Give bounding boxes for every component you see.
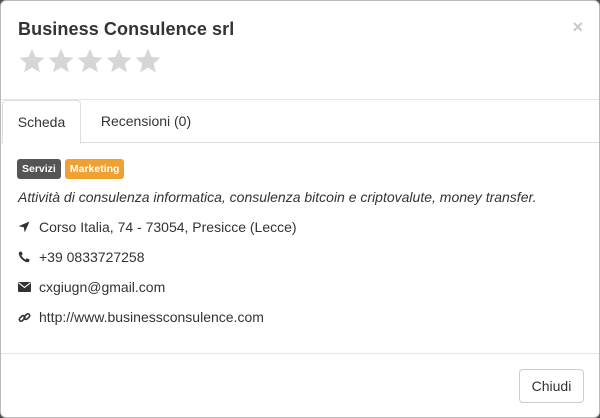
footer-divider	[1, 353, 599, 354]
star-icon[interactable]	[47, 46, 75, 76]
business-detail-modal: Business Consulence srl × Scheda Recensi…	[0, 0, 600, 418]
envelope-icon	[17, 280, 31, 294]
address-row: Corso Italia, 74 - 73054, Presicce (Lecc…	[17, 219, 297, 235]
star-icon[interactable]	[18, 46, 46, 76]
rating-stars[interactable]	[18, 46, 162, 76]
link-icon	[17, 310, 31, 324]
star-icon[interactable]	[105, 46, 133, 76]
email-text[interactable]: cxgiugn@gmail.com	[39, 279, 165, 295]
phone-text[interactable]: +39 0833727258	[39, 249, 145, 265]
modal-title: Business Consulence srl	[18, 19, 235, 39]
tag-marketing: Marketing	[64, 159, 125, 179]
location-arrow-icon	[17, 220, 31, 234]
tabs-divider	[1, 142, 599, 143]
phone-icon	[17, 250, 31, 264]
address-text: Corso Italia, 74 - 73054, Presicce (Lecc…	[39, 219, 297, 235]
tab-scheda[interactable]: Scheda	[2, 100, 81, 144]
email-row: cxgiugn@gmail.com	[17, 279, 165, 295]
tag-servizi: Servizi	[17, 159, 61, 179]
business-description: Attività di consulenza informatica, cons…	[18, 189, 537, 205]
modal-header: Business Consulence srl ×	[1, 1, 599, 99]
phone-row: +39 0833727258	[17, 249, 145, 265]
star-icon[interactable]	[76, 46, 104, 76]
star-icon[interactable]	[134, 46, 162, 76]
tab-recensioni[interactable]: Recensioni (0)	[88, 100, 204, 142]
category-tags: Servizi Marketing	[17, 159, 125, 179]
website-text[interactable]: http://www.businessconsulence.com	[39, 309, 264, 325]
close-button[interactable]: Chiudi	[519, 369, 584, 403]
close-icon[interactable]: ×	[572, 17, 583, 37]
website-row: http://www.businessconsulence.com	[17, 309, 264, 325]
